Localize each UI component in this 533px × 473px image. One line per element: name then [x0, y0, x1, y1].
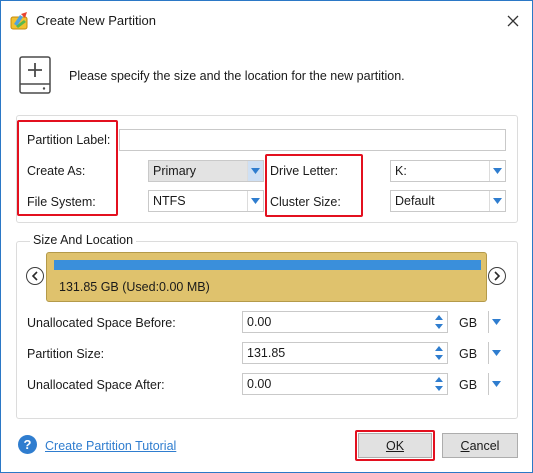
app-logo-icon	[10, 12, 28, 30]
cancel-button[interactable]: Cancel	[442, 433, 518, 458]
partition-label-input[interactable]	[119, 129, 506, 151]
move-right-button[interactable]	[488, 267, 506, 285]
unit-label: GB	[459, 347, 478, 361]
unallocated-before-value: 0.00	[247, 315, 272, 329]
ok-button-label: OK	[385, 438, 405, 453]
create-as-value: Primary	[153, 164, 197, 178]
chevron-right-icon	[494, 271, 501, 281]
create-as-label: Create As:	[27, 164, 86, 178]
cluster-size-select[interactable]: Default	[390, 190, 506, 212]
spin-up-icon[interactable]	[435, 377, 443, 382]
create-partition-dialog: Create New Partition Please specify the …	[0, 0, 533, 473]
partition-bar-fill	[54, 260, 481, 270]
unit-dropdown[interactable]	[488, 311, 504, 333]
cancel-button-accel: C	[460, 438, 470, 453]
drive-letter-value: K:	[395, 164, 407, 178]
partition-size-input[interactable]: 131.85	[242, 342, 448, 364]
unit-label: GB	[459, 316, 478, 330]
unallocated-before-label: Unallocated Space Before:	[27, 316, 176, 330]
move-left-button[interactable]	[26, 267, 44, 285]
chevron-down-icon	[247, 161, 263, 181]
chevron-down-icon	[492, 381, 501, 387]
spin-down-icon[interactable]	[435, 324, 443, 329]
unit-label: GB	[459, 378, 478, 392]
drive-letter-label: Drive Letter:	[270, 164, 339, 178]
cluster-size-value: Default	[395, 194, 435, 208]
help-icon[interactable]: ?	[18, 435, 37, 454]
size-location-legend: Size And Location	[30, 233, 137, 247]
spin-buttons[interactable]	[431, 312, 447, 332]
cluster-size-label: Cluster Size:	[270, 195, 341, 209]
spin-up-icon[interactable]	[435, 315, 443, 320]
spin-down-icon[interactable]	[435, 355, 443, 360]
window-title: Create New Partition	[36, 13, 156, 28]
unallocated-after-value: 0.00	[247, 377, 272, 391]
ok-button[interactable]: OK	[358, 433, 432, 458]
spin-down-icon[interactable]	[435, 386, 443, 391]
file-system-value: NTFS	[153, 194, 186, 208]
cancel-button-label: ancel	[469, 438, 500, 453]
unit-dropdown[interactable]	[488, 342, 504, 364]
chevron-down-icon	[492, 350, 501, 356]
instruction-text: Please specify the size and the location…	[69, 69, 405, 83]
chevron-left-icon	[31, 271, 38, 281]
partition-label-label: Partition Label:	[27, 133, 111, 147]
chevron-down-icon	[489, 191, 505, 211]
create-as-select[interactable]: Primary	[148, 160, 264, 182]
unallocated-after-input[interactable]: 0.00	[242, 373, 448, 395]
spin-up-icon[interactable]	[435, 346, 443, 351]
file-system-label: File System:	[27, 195, 96, 209]
partition-size-bar[interactable]: 131.85 GB (Used:0.00 MB)	[46, 252, 487, 302]
unallocated-before-input[interactable]: 0.00	[242, 311, 448, 333]
chevron-down-icon	[492, 319, 501, 325]
drive-letter-select[interactable]: K:	[390, 160, 506, 182]
chevron-down-icon	[489, 161, 505, 181]
partition-bar-text: 131.85 GB (Used:0.00 MB)	[59, 280, 210, 294]
title-bar: Create New Partition	[1, 1, 532, 41]
close-button[interactable]	[500, 9, 526, 33]
file-system-select[interactable]: NTFS	[148, 190, 264, 212]
partition-size-label: Partition Size:	[27, 347, 105, 361]
close-icon	[507, 15, 519, 27]
spin-buttons[interactable]	[431, 374, 447, 394]
create-partition-tutorial-link[interactable]: Create Partition Tutorial	[45, 439, 176, 453]
unallocated-after-label: Unallocated Space After:	[27, 378, 165, 392]
partition-size-value: 131.85	[247, 346, 286, 360]
spin-buttons[interactable]	[431, 343, 447, 363]
chevron-down-icon	[247, 191, 263, 211]
disk-add-icon	[19, 56, 51, 94]
unit-dropdown[interactable]	[488, 373, 504, 395]
